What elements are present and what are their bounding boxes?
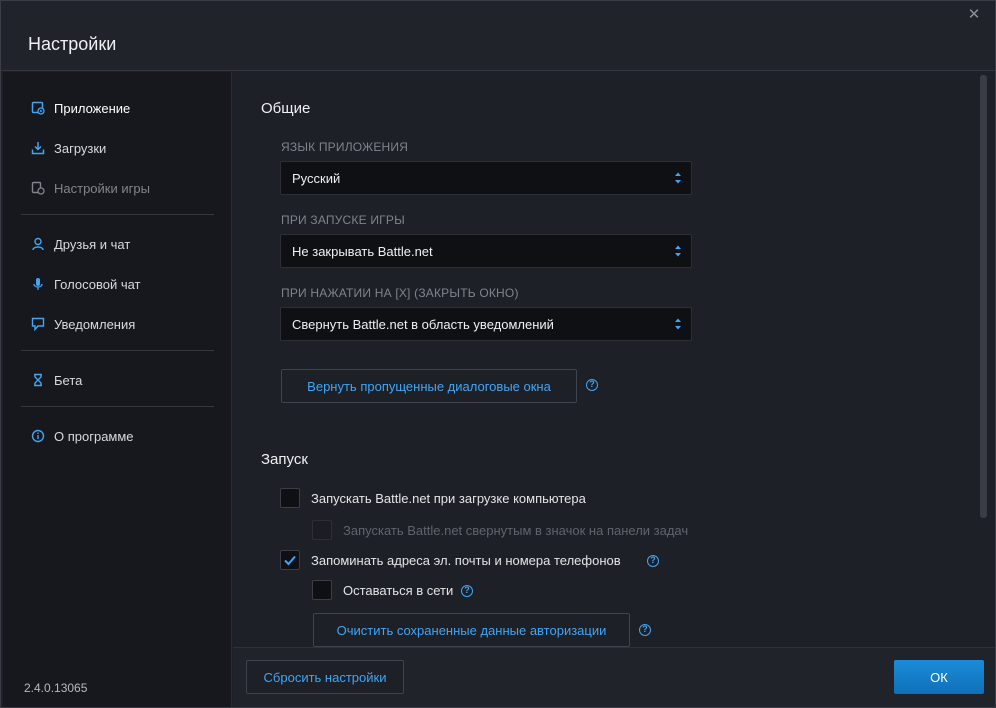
- launch-on-startup-checkbox[interactable]: [280, 488, 300, 508]
- settings-footer: Сбросить настройки ОК: [233, 647, 995, 707]
- sidebar-item-downloads[interactable]: Загрузки: [31, 137, 106, 159]
- section-title-startup: Запуск: [261, 451, 308, 468]
- close-icon[interactable]: ✕: [967, 7, 981, 22]
- select-arrows-icon: [675, 245, 681, 257]
- restore-dialogs-button[interactable]: Вернуть пропущенные диалоговые окна: [281, 369, 577, 403]
- select-arrows-icon: [675, 318, 681, 330]
- sidebar-divider: [21, 350, 214, 351]
- sidebar-item-application[interactable]: Приложение: [31, 97, 130, 119]
- settings-window: Настройки ✕ Приложение Загрузки Настройк…: [0, 0, 996, 708]
- language-label: ЯЗЫК ПРИЛОЖЕНИЯ: [281, 140, 409, 154]
- sidebar-item-label: Настройки игры: [54, 180, 150, 196]
- clear-login-data-button[interactable]: Очистить сохраненные данные авторизации: [313, 613, 630, 647]
- window-header: Настройки ✕: [1, 1, 995, 71]
- remember-email-label: Запоминать адреса эл. почты и номера тел…: [311, 553, 621, 568]
- sidebar-item-label: Бета: [54, 372, 83, 388]
- close-window-select-value: Свернуть Battle.net в область уведомлени…: [292, 316, 554, 332]
- game-launch-select-value: Не закрывать Battle.net: [292, 243, 433, 259]
- launch-minimized-checkbox[interactable]: [312, 520, 332, 540]
- close-window-select[interactable]: Свернуть Battle.net в область уведомлени…: [280, 307, 692, 341]
- section-title-general: Общие: [261, 100, 311, 117]
- launch-minimized-label: Запускать Battle.net свернутым в значок …: [343, 523, 689, 538]
- sidebar-item-beta[interactable]: Бета: [31, 369, 82, 391]
- info-icon: [31, 429, 45, 443]
- reset-settings-button[interactable]: Сбросить настройки: [246, 660, 404, 694]
- game-launch-label: ПРИ ЗАПУСКЕ ИГРЫ: [281, 213, 405, 227]
- launch-on-startup-label: Запускать Battle.net при загрузке компью…: [311, 491, 586, 506]
- select-arrows-icon: [675, 172, 681, 184]
- checkmark-icon: [284, 555, 296, 566]
- game-launch-select[interactable]: Не закрывать Battle.net: [280, 234, 692, 268]
- sidebar-item-label: Друзья и чат: [54, 236, 131, 252]
- sidebar-item-label: Приложение: [54, 100, 131, 116]
- download-icon: [31, 141, 45, 155]
- stay-logged-in-checkbox[interactable]: [312, 580, 332, 600]
- ok-button[interactable]: ОК: [894, 660, 984, 694]
- sidebar-item-label: Уведомления: [54, 316, 136, 332]
- game-settings-icon: [31, 181, 45, 195]
- app-settings-icon: [31, 101, 45, 115]
- sidebar-divider: [21, 406, 214, 407]
- sidebar-item-label: О программе: [54, 428, 134, 444]
- help-icon[interactable]: ?: [586, 379, 598, 391]
- sidebar-divider: [21, 214, 214, 215]
- sidebar-item-label: Загрузки: [54, 140, 107, 156]
- help-icon[interactable]: ?: [647, 555, 659, 567]
- sidebar-item-label: Голосовой чат: [54, 276, 141, 292]
- beta-flask-icon: [31, 373, 45, 387]
- settings-content: Общие ЯЗЫК ПРИЛОЖЕНИЯ Русский ПРИ ЗАПУСК…: [233, 72, 995, 647]
- microphone-icon: [31, 277, 45, 291]
- sidebar-item-about[interactable]: О программе: [31, 425, 134, 447]
- sidebar-item-notifications[interactable]: Уведомления: [31, 313, 135, 335]
- sidebar-item-voice-chat[interactable]: Голосовой чат: [31, 273, 141, 295]
- friends-icon: [31, 237, 45, 251]
- help-icon[interactable]: ?: [639, 624, 651, 636]
- settings-sidebar: Приложение Загрузки Настройки игры Друзь…: [3, 72, 232, 707]
- stay-logged-in-label: Оставаться в сети: [343, 583, 454, 598]
- language-select-value: Русский: [292, 170, 341, 186]
- content-scrollbar[interactable]: [980, 75, 987, 645]
- window-title: Настройки: [28, 34, 117, 54]
- language-select[interactable]: Русский: [280, 161, 692, 195]
- close-window-label: ПРИ НАЖАТИИ НА [X] (ЗАКРЫТЬ ОКНО): [281, 286, 519, 300]
- sidebar-item-friends-chat[interactable]: Друзья и чат: [31, 233, 130, 255]
- sidebar-item-game-settings[interactable]: Настройки игры: [31, 177, 150, 199]
- help-icon[interactable]: ?: [461, 585, 473, 597]
- version-label: 2.4.0.13065: [24, 681, 88, 695]
- scrollbar-thumb[interactable]: [980, 75, 987, 518]
- remember-email-checkbox[interactable]: [280, 550, 300, 570]
- notification-icon: [31, 317, 45, 331]
